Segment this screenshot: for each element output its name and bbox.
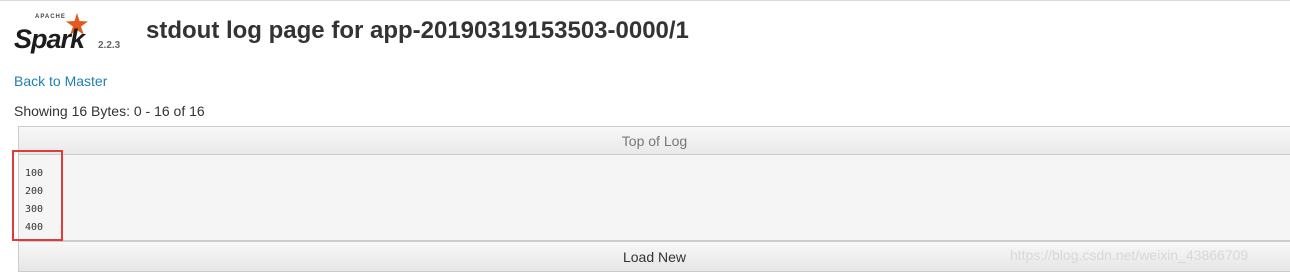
spark-wordmark: Spark (14, 24, 85, 54)
bytes-showing-text: Showing 16 Bytes: 0 - 16 of 16 (14, 103, 205, 119)
top-of-log-button[interactable]: Top of Log (18, 126, 1290, 155)
top-divider (0, 0, 1290, 1)
log-content: 100 200 300 400 (18, 155, 1290, 241)
page-title: stdout log page for app-20190319153503-0… (146, 17, 689, 44)
apache-tag: APACHE (35, 14, 66, 20)
spark-logo[interactable]: APACHE Spark 2.2.3 (12, 10, 132, 60)
watermark: https://blog.csdn.net/weixin_43866709 (1010, 247, 1249, 263)
annotation-highlight-box (12, 150, 63, 241)
version-label: 2.2.3 (98, 40, 121, 51)
back-to-master-link[interactable]: Back to Master (14, 73, 107, 89)
